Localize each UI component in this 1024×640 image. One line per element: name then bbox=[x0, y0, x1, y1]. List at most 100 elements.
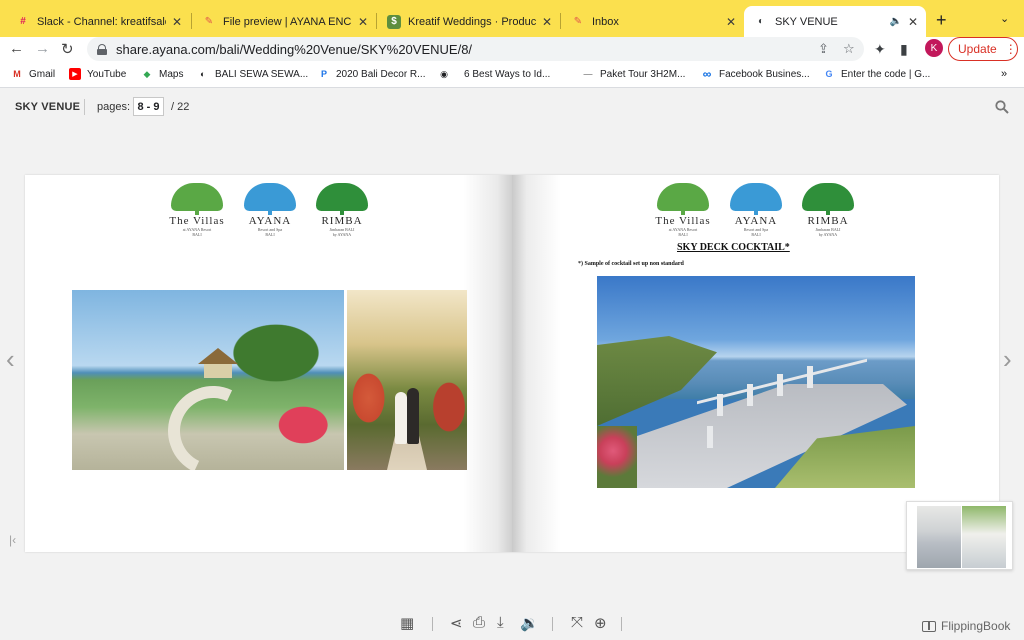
reload-icon[interactable]: ↻ bbox=[61, 40, 74, 58]
zoom-in-icon[interactable]: ⊕ bbox=[594, 614, 607, 632]
logo-rimba: RIMBA Jimbaran BALI by AYANA bbox=[798, 183, 858, 237]
new-tab-button[interactable]: + bbox=[936, 10, 947, 31]
sound-icon[interactable]: 🔉 bbox=[520, 614, 539, 632]
sky-deck-photo bbox=[597, 276, 915, 488]
page-number-input[interactable]: 8 - 9 bbox=[133, 97, 164, 116]
back-icon[interactable]: ← bbox=[9, 40, 24, 57]
bookmark-label: Paket Tour 3H2M... bbox=[600, 68, 686, 80]
update-button[interactable]: Update ⋮ bbox=[948, 37, 1018, 61]
address-bar[interactable]: share.ayana.com/bali/Wedding%20Venue/SKY… bbox=[87, 37, 864, 61]
bookmark-gmail[interactable]: M Gmail bbox=[11, 68, 55, 80]
fullscreen-icon[interactable]: ⤧ bbox=[571, 614, 583, 631]
tab-title: Slack - Channel: kreatifsales bbox=[37, 15, 166, 28]
logo-sub: BALI bbox=[192, 232, 202, 237]
globe-icon: ◉ bbox=[440, 68, 448, 79]
bookmark-bali-sewa[interactable]: ◐ BALI SEWA SEWA... bbox=[197, 68, 308, 80]
share-icon[interactable]: ⋖ bbox=[450, 614, 463, 632]
side-panel-icon[interactable]: ▮ bbox=[900, 41, 908, 58]
cocktail-table bbox=[807, 366, 813, 388]
logo-sub: BALI bbox=[678, 232, 688, 237]
bookmark-label: BALI SEWA SEWA... bbox=[215, 68, 309, 80]
tab-title: File preview | AYANA ENCHANTE bbox=[223, 15, 352, 28]
flippingbook-brand[interactable]: FlippingBook bbox=[922, 619, 1010, 633]
bookmark-label: 2020 Bali Decor R... bbox=[336, 68, 426, 80]
divider bbox=[552, 617, 553, 631]
meta-icon: ∞ bbox=[702, 67, 712, 81]
speaker-icon[interactable]: 🔈 bbox=[889, 16, 901, 27]
close-icon[interactable]: ✕ bbox=[908, 15, 918, 29]
share-icon[interactable]: ⇪ bbox=[818, 41, 829, 57]
download-icon[interactable]: ⤓ bbox=[497, 614, 504, 631]
page-left[interactable]: The Villas at AYANA Resort BALI AYANA Re… bbox=[25, 175, 512, 552]
bookmark-bali-decor[interactable]: P 2020 Bali Decor R... bbox=[318, 68, 426, 80]
bookmark-paket-tour[interactable]: — Paket Tour 3H2M... bbox=[582, 68, 686, 80]
tab-search-icon[interactable]: ⌄ bbox=[1000, 12, 1009, 25]
browser-toolbar: ← → ↻ share.ayana.com/bali/Wedding%20Ven… bbox=[0, 37, 1024, 63]
google-icon: G bbox=[825, 69, 833, 79]
url-text: share.ayana.com/bali/Wedding%20Venue/SKY… bbox=[116, 41, 473, 57]
tab-title: Inbox bbox=[592, 15, 619, 28]
bookmark-6-best-ways[interactable]: ◉ 6 Best Ways to Id... bbox=[438, 68, 550, 80]
bookmark-enter-code[interactable]: G Enter the code | G... bbox=[823, 68, 930, 80]
extensions-icon[interactable]: ✦ bbox=[874, 41, 886, 58]
bookmark-star-icon[interactable]: ☆ bbox=[843, 41, 855, 57]
sky-deck-heading: SKY DECK COCKTAIL* bbox=[677, 242, 790, 253]
pavilion bbox=[198, 348, 238, 378]
first-page-icon[interactable]: |‹ bbox=[9, 533, 16, 547]
tree-logo-icon bbox=[244, 183, 296, 215]
logo-rimba: RIMBA Jimbaran BALI by AYANA bbox=[312, 183, 372, 237]
next-page-icon[interactable]: › bbox=[1003, 344, 1012, 375]
logo-name: The Villas bbox=[655, 215, 711, 227]
garden-pavilion-photo bbox=[72, 290, 344, 470]
logo-the-villas: The Villas at AYANA Resort BALI bbox=[167, 183, 227, 237]
forward-icon[interactable]: → bbox=[35, 40, 50, 57]
couple bbox=[395, 382, 421, 446]
cocktail-table bbox=[747, 384, 753, 406]
print-icon[interactable]: ⎙ bbox=[473, 614, 485, 631]
cocktail-table bbox=[707, 426, 713, 448]
tree-logo-icon bbox=[171, 183, 223, 215]
document-title: SKY VENUE bbox=[15, 101, 81, 113]
tree-logo-icon bbox=[802, 183, 854, 215]
book-icon bbox=[922, 620, 936, 632]
wedding-couple-photo bbox=[347, 290, 467, 470]
bookmark-facebook-business[interactable]: ∞ Facebook Busines... bbox=[701, 67, 810, 81]
close-icon[interactable]: ✕ bbox=[172, 15, 182, 29]
bookmark-label: Gmail bbox=[29, 68, 56, 80]
tab-slack[interactable]: # Slack - Channel: kreatifsales ✕ bbox=[6, 6, 190, 37]
bookmarks-more-icon[interactable]: » bbox=[1001, 68, 1007, 80]
close-icon[interactable]: ✕ bbox=[726, 15, 736, 29]
divider bbox=[621, 617, 622, 631]
tab-inbox[interactable]: ✎ Inbox ✕ bbox=[561, 6, 744, 37]
tab-title: Kreatif Weddings · Products bbox=[408, 15, 536, 28]
pinterest-icon: P bbox=[320, 69, 327, 79]
page-thumbnail[interactable] bbox=[906, 501, 1013, 570]
close-icon[interactable]: ✕ bbox=[358, 15, 368, 29]
logo-name: RIMBA bbox=[321, 215, 363, 227]
thumbnail-page-left bbox=[917, 506, 961, 568]
tab-title: SKY VENUE bbox=[775, 15, 838, 28]
tree-logo-icon bbox=[316, 183, 368, 215]
divider bbox=[432, 617, 433, 631]
logo-the-villas: The Villas at AYANA Resort BALI bbox=[653, 183, 713, 237]
grid-icon[interactable]: ▦ bbox=[400, 614, 414, 632]
thumbnail-page-right bbox=[962, 506, 1006, 568]
logo-sub: by AYANA bbox=[332, 232, 352, 237]
maps-icon: ◆ bbox=[143, 68, 151, 79]
update-label: Update bbox=[958, 42, 997, 56]
logo-sub: by AYANA bbox=[818, 232, 838, 237]
search-icon[interactable] bbox=[995, 100, 1009, 114]
close-icon[interactable]: ✕ bbox=[542, 15, 552, 29]
logo-sub: BALI bbox=[265, 232, 275, 237]
bookmark-label: Maps bbox=[159, 68, 184, 80]
tab-sky-venue[interactable]: ◐ SKY VENUE 🔈 ✕ bbox=[744, 6, 926, 37]
globe-icon: ◐ bbox=[200, 69, 206, 79]
tab-kreatif-products[interactable]: $ Kreatif Weddings · Products ✕ bbox=[377, 6, 560, 37]
bookmark-youtube[interactable]: ▶ YouTube bbox=[69, 68, 126, 80]
tab-file-preview[interactable]: ✎ File preview | AYANA ENCHANTE ✕ bbox=[192, 6, 376, 37]
bookmark-maps[interactable]: ◆ Maps bbox=[141, 68, 184, 80]
globe-icon: ◐ bbox=[757, 16, 765, 27]
profile-avatar[interactable]: K bbox=[925, 39, 943, 57]
sky-deck-note: *) Sample of cocktail set up non standar… bbox=[578, 261, 684, 267]
prev-page-icon[interactable]: ‹ bbox=[6, 344, 15, 375]
